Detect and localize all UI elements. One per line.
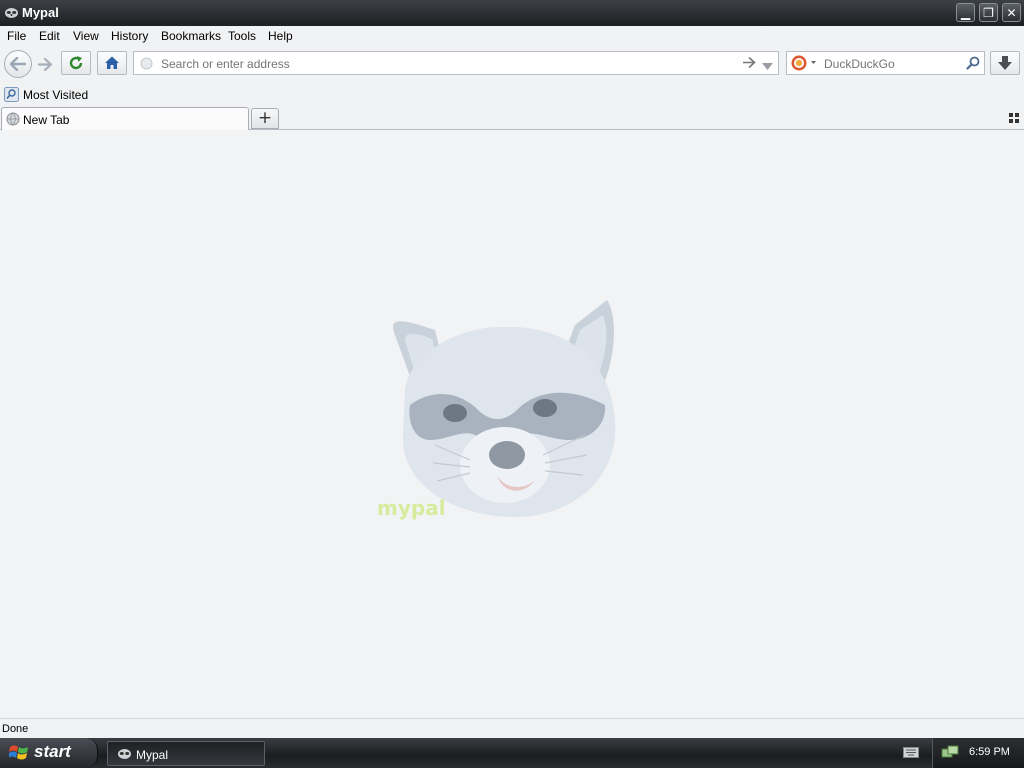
tab-strip: New Tab + xyxy=(0,106,1024,130)
mypal-logo-text: mypal xyxy=(377,496,446,520)
menu-edit[interactable]: Edit xyxy=(39,29,60,43)
start-button[interactable]: start xyxy=(0,738,98,768)
page-content: mypal xyxy=(0,130,1024,718)
back-button[interactable] xyxy=(4,50,32,78)
search-input[interactable] xyxy=(822,55,966,73)
globe-icon xyxy=(140,57,153,73)
search-bar[interactable] xyxy=(786,51,985,75)
bookmark-most-visited[interactable]: Most Visited xyxy=(23,88,88,102)
tab-new-tab[interactable]: New Tab xyxy=(1,107,249,130)
status-bar: Done xyxy=(0,718,1024,738)
start-label: start xyxy=(34,742,71,761)
menu-history[interactable]: History xyxy=(111,29,148,43)
keyboard-icon[interactable] xyxy=(903,747,919,761)
duckduckgo-engine-icon[interactable] xyxy=(791,55,817,74)
menu-tools[interactable]: Tools xyxy=(228,29,256,43)
menu-bookmarks[interactable]: Bookmarks xyxy=(161,29,221,43)
forward-button[interactable] xyxy=(34,56,56,73)
minimize-button[interactable]: ▁ xyxy=(956,3,975,22)
address-bar[interactable] xyxy=(133,51,779,75)
navigation-toolbar xyxy=(0,46,1024,82)
os-taskbar: start Mypal 6:59 PM xyxy=(0,738,1024,768)
maximize-button[interactable]: ❐ xyxy=(979,3,998,22)
back-forward-group xyxy=(4,50,58,78)
search-icon[interactable] xyxy=(966,56,980,73)
raccoon-app-icon xyxy=(4,6,19,22)
raccoon-app-icon xyxy=(117,747,132,763)
window-title: Mypal xyxy=(22,5,59,20)
taskbar-item-mypal[interactable]: Mypal xyxy=(107,741,265,766)
go-arrow-icon[interactable] xyxy=(742,56,756,72)
list-all-tabs-icon[interactable] xyxy=(1009,113,1019,126)
close-button[interactable]: ✕ xyxy=(1002,3,1021,22)
network-icon[interactable] xyxy=(941,745,959,764)
system-tray: 6:59 PM xyxy=(932,738,1024,768)
menu-bar: File Edit View History Bookmarks Tools H… xyxy=(0,26,1024,46)
taskbar-item-label: Mypal xyxy=(136,748,169,762)
address-input[interactable] xyxy=(159,55,733,73)
menu-view[interactable]: View xyxy=(73,29,99,43)
downloads-button[interactable] xyxy=(990,51,1020,75)
back-arrow-icon xyxy=(10,57,26,71)
history-dropdown-icon[interactable] xyxy=(762,60,773,73)
mypal-raccoon-logo: mypal xyxy=(375,295,620,528)
forward-arrow-icon xyxy=(38,58,52,71)
reload-button[interactable] xyxy=(61,51,91,75)
clock: 6:59 PM xyxy=(969,746,1010,758)
home-button[interactable] xyxy=(97,51,127,75)
menu-help[interactable]: Help xyxy=(268,29,293,43)
menu-file[interactable]: File xyxy=(7,29,26,43)
home-icon xyxy=(105,56,119,69)
reload-icon xyxy=(69,56,83,70)
download-arrow-icon xyxy=(998,56,1012,70)
title-bar: Mypal ▁ ❐ ✕ xyxy=(0,0,1024,26)
tab-label: New Tab xyxy=(23,113,70,127)
bookmarks-toolbar: Most Visited xyxy=(0,84,1024,106)
windows-flag-icon xyxy=(8,744,29,765)
status-text: Done xyxy=(2,723,29,735)
page-globe-icon xyxy=(6,112,20,129)
new-tab-button[interactable]: + xyxy=(251,108,279,129)
most-visited-folder-icon xyxy=(4,87,19,105)
